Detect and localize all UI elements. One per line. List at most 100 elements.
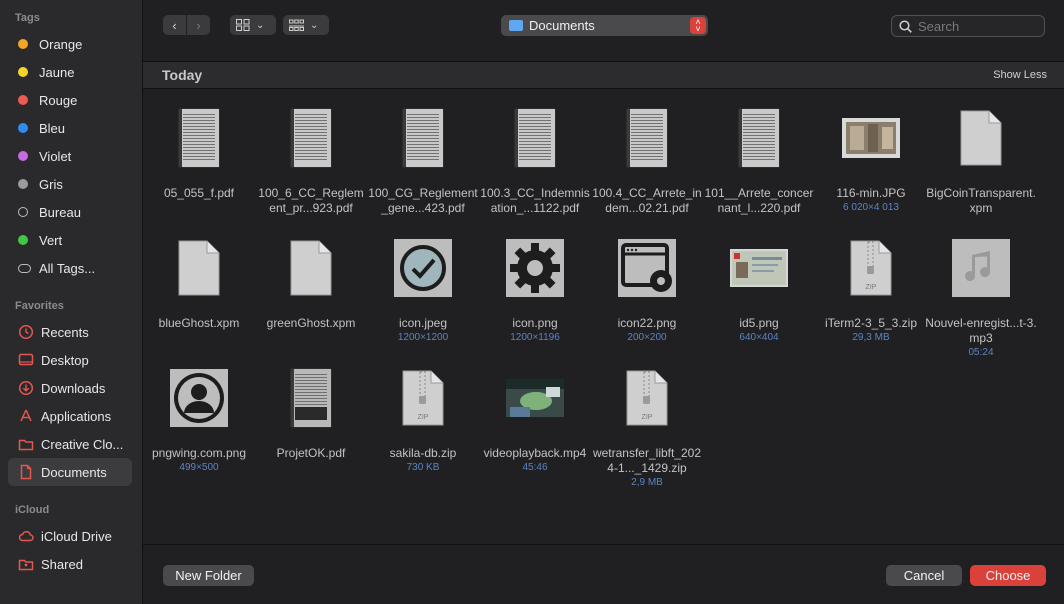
sidebar-item-shared[interactable]: Shared: [8, 550, 132, 578]
zip-archive-icon: ZIP: [626, 370, 668, 426]
sidebar-item-jaune[interactable]: Jaune: [8, 58, 132, 86]
pdf-thumbnail: [179, 109, 219, 167]
file-item[interactable]: BigCoinTransparent.xpm: [925, 105, 1037, 230]
sidebar-item-desktop[interactable]: Desktop: [8, 346, 132, 374]
group-grid-icon: [289, 19, 304, 31]
cancel-button[interactable]: Cancel: [886, 565, 962, 586]
sidebar-item-downloads[interactable]: Downloads: [8, 374, 132, 402]
sidebar-item-documents[interactable]: Documents: [8, 458, 132, 486]
file-item[interactable]: pngwing.com.png 499×500: [143, 365, 255, 490]
sidebar-item-recents[interactable]: Recents: [8, 318, 132, 346]
nav-buttons: ‹ ›: [163, 15, 210, 35]
search-input[interactable]: [918, 18, 1038, 34]
file-name: 100.3_CC_Indemnisation_...1122.pdf: [480, 186, 590, 215]
file-item[interactable]: 116-min.JPG 6 020×4 013: [815, 105, 927, 230]
file-item[interactable]: icon.png 1200×1196: [479, 235, 591, 360]
sidebar-item-orange[interactable]: Orange: [8, 30, 132, 58]
grid-icon: [236, 19, 250, 31]
file-meta: 1200×1196: [510, 332, 560, 343]
file-item[interactable]: 100.4_CC_Arrete_indem...02.21.pdf: [591, 105, 703, 230]
sidebar-item-icloud-drive[interactable]: iCloud Drive: [8, 522, 132, 550]
file-item[interactable]: ZIP sakila-db.zip 730 KB: [367, 365, 479, 490]
file-item[interactable]: blueGhost.xpm: [143, 235, 255, 360]
file-thumbnail: ZIP: [394, 365, 452, 431]
sidebar-item-gris[interactable]: Gris: [8, 170, 132, 198]
file-item[interactable]: icon.jpeg 1200×1200: [367, 235, 479, 360]
tag-dot-icon: [18, 235, 28, 245]
section-header: Today Show Less: [143, 61, 1064, 89]
file-thumbnail: [730, 105, 788, 171]
view-mode-button[interactable]: ⌄: [230, 15, 276, 35]
forward-button[interactable]: ›: [187, 15, 210, 35]
clock-icon: [18, 324, 34, 340]
file-item[interactable]: 05_055_f.pdf: [143, 105, 255, 230]
show-less-button[interactable]: Show Less: [993, 69, 1047, 81]
file-item[interactable]: ZIP wetransfer_libft_2024-1..._1429.zip 2,…: [591, 365, 703, 490]
file-item[interactable]: ZIP iTerm2-3_5_3.zip 29,3 MB: [815, 235, 927, 360]
location-popup[interactable]: Documents ˄ ˅: [501, 15, 708, 36]
video-thumbnail: [506, 379, 564, 417]
sidebar-item-bleu[interactable]: Bleu: [8, 114, 132, 142]
zip-archive-icon: ZIP: [850, 240, 892, 296]
file-item[interactable]: 100_CG_Reglement_gene...423.pdf: [367, 105, 479, 230]
sidebar-item-rouge[interactable]: Rouge: [8, 86, 132, 114]
file-name: 101__Arrete_concernant_l...220.pdf: [704, 186, 814, 215]
sidebar-item-all-tags[interactable]: All Tags...: [8, 254, 132, 282]
file-meta: 499×500: [179, 462, 219, 473]
choose-button[interactable]: Choose: [970, 565, 1046, 586]
sidebar-item-label: Applications: [41, 408, 112, 424]
file-meta: 6 020×4 013: [843, 202, 899, 213]
file-item[interactable]: id5.png 640×404: [703, 235, 815, 360]
tags-list: Orange Jaune Rouge Bleu Violet Gris Bureau Vert…: [0, 30, 142, 282]
back-button[interactable]: ‹: [163, 15, 186, 35]
icloud-list: iCloud Drive Shared: [0, 522, 142, 578]
file-name: 100.4_CC_Arrete_indem...02.21.pdf: [592, 186, 702, 215]
new-folder-button[interactable]: New Folder: [163, 565, 254, 586]
file-item[interactable]: ProjetOK.pdf: [255, 365, 367, 490]
favorites-list: Recents Desktop Downloads Applications Creat…: [0, 318, 142, 486]
search-field[interactable]: [891, 15, 1045, 37]
file-item[interactable]: greenGhost.xpm: [255, 235, 367, 360]
file-thumbnail: ZIP: [842, 235, 900, 301]
file-thumbnail: [618, 235, 676, 301]
tags-header: Tags: [15, 12, 40, 24]
sidebar-item-label: Downloads: [41, 380, 106, 396]
sidebar-item-bureau[interactable]: Bureau: [8, 198, 132, 226]
file-name: icon22.png: [617, 316, 677, 330]
file-item[interactable]: icon22.png 200×200: [591, 235, 703, 360]
generic-file-icon: [960, 110, 1002, 166]
file-name: 100_6_CC_Reglement_pr...923.pdf: [258, 186, 364, 215]
pdf-thumbnail: [739, 109, 779, 167]
file-name: videoplayback.mp4: [483, 446, 587, 460]
file-meta: 2,9 MB: [631, 477, 663, 488]
download-icon: [18, 380, 34, 396]
file-meta: 05:24: [968, 347, 994, 358]
file-item[interactable]: Nouvel-enregist...t-3.mp3 05:24: [925, 235, 1037, 360]
tag-dot-icon: [18, 151, 28, 161]
group-by-button[interactable]: ⌄: [283, 15, 329, 35]
document-icon: [18, 464, 34, 480]
sidebar-item-applications[interactable]: Applications: [8, 402, 132, 430]
file-thumbnail: [842, 105, 900, 171]
svg-text:ZIP: ZIP: [418, 414, 429, 421]
file-item[interactable]: 101__Arrete_concernant_l...220.pdf: [703, 105, 815, 230]
sidebar-item-creative-clo[interactable]: Creative Clo...: [8, 430, 132, 458]
sidebar-item-label: Orange: [39, 36, 83, 52]
pdf-thumbnail: [627, 109, 667, 167]
sidebar-item-label: Violet: [39, 148, 72, 164]
applications-icon: [18, 408, 34, 424]
file-thumbnail: [506, 105, 564, 171]
sidebar-item-vert[interactable]: Vert: [8, 226, 132, 254]
sidebar-item-violet[interactable]: Violet: [8, 142, 132, 170]
file-item[interactable]: 100.3_CC_Indemnisation_...1122.pdf: [479, 105, 591, 230]
icloud-header: iCloud: [15, 504, 50, 516]
sidebar-item-label: Creative Clo...: [41, 436, 124, 452]
file-thumbnail: [952, 105, 1010, 171]
file-meta: 730 KB: [406, 462, 440, 473]
file-name: pngwing.com.png: [151, 446, 247, 460]
file-name: blueGhost.xpm: [158, 316, 240, 330]
file-item[interactable]: videoplayback.mp4 45:46: [479, 365, 591, 490]
tag-dot-icon: [18, 39, 28, 49]
file-item[interactable]: 100_6_CC_Reglement_pr...923.pdf: [255, 105, 367, 230]
gear-image-icon: [506, 239, 564, 297]
